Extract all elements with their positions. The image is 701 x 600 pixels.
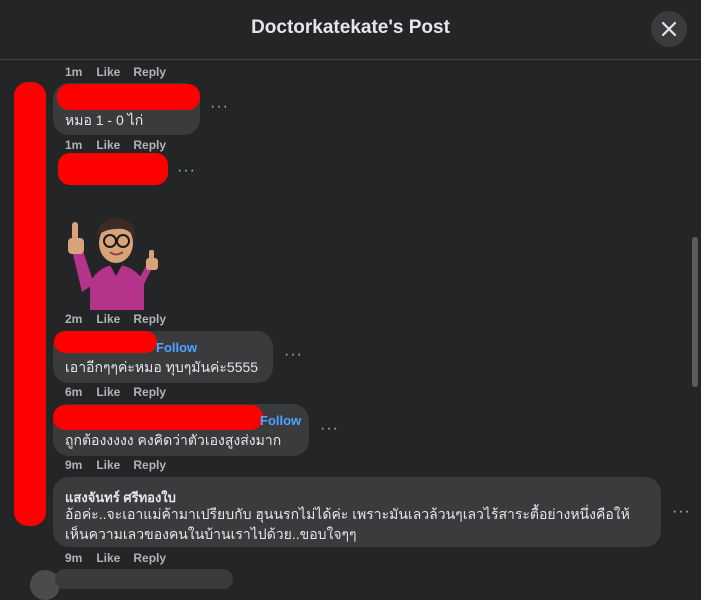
like-button[interactable]: Like [96, 312, 120, 326]
comment-actions: 1m Like Reply [65, 65, 179, 79]
comment-actions: 2m Like Reply [65, 312, 179, 326]
comment-time: 9m [65, 458, 83, 472]
redacted-avatars [14, 82, 46, 526]
redacted-name [58, 153, 168, 185]
redacted-name [54, 331, 157, 353]
comment-text-line1: อ้อค่ะ..จะเอาแม่ค้ามาเปรียบกับ ฮุนนรกไม่… [65, 506, 630, 522]
scrollbar-thumb[interactable] [692, 237, 698, 387]
reply-button[interactable]: Reply [133, 65, 166, 79]
like-button[interactable]: Like [96, 385, 120, 399]
more-options-button[interactable]: ··· [210, 98, 229, 116]
like-button[interactable]: Like [96, 458, 120, 472]
like-button[interactable]: Like [96, 138, 120, 152]
comment-actions: 9m Like Reply [65, 551, 179, 565]
redacted-name [53, 405, 263, 430]
like-button[interactable]: Like [96, 65, 120, 79]
redacted-name [57, 84, 200, 110]
more-options-button[interactable]: ··· [284, 346, 303, 364]
more-options-button[interactable]: ··· [177, 162, 196, 180]
close-button[interactable] [651, 11, 687, 47]
like-button[interactable]: Like [96, 551, 120, 565]
reply-button[interactable]: Reply [133, 312, 166, 326]
reply-button[interactable]: Reply [133, 138, 166, 152]
comment-time: 1m [65, 138, 83, 152]
comment-time: 6m [65, 385, 83, 399]
comment-bubble [55, 569, 233, 589]
follow-link[interactable]: Follow [260, 413, 301, 428]
more-options-button[interactable]: ··· [320, 420, 339, 438]
dialog-header: Doctorkatekate's Post [0, 0, 701, 60]
post-title: Doctorkatekate's Post [251, 17, 450, 38]
comments-feed[interactable]: 1m Like Reply หมอ 1 - 0 ไก่ ··· 1m Like Repl… [0, 60, 701, 576]
reply-button[interactable]: Reply [133, 458, 166, 472]
follow-link[interactable]: Follow [156, 340, 197, 355]
comment-text: เอาอีกๆๆค่ะหมอ ทุบๆมันค่ะ5555 [65, 359, 259, 375]
thumbs-up-avatar-sticker [68, 217, 158, 310]
comment-actions: 9m Like Reply [65, 458, 179, 472]
comment-time: 1m [65, 65, 83, 79]
comment-text: ถูกต้องงงงง คงคิดว่าตัวเองสูงส่งมาก [65, 432, 282, 448]
comment-text-line2: เห็นความเลวของคนในบ้านเราไปด้วย..ขอบใจๆๆ [65, 526, 357, 542]
reply-button[interactable]: Reply [133, 385, 166, 399]
comment-time: 9m [65, 551, 83, 565]
comment-actions: 1m Like Reply [65, 138, 179, 152]
comment-actions: 6m Like Reply [65, 385, 179, 399]
comment-time: 2m [65, 312, 83, 326]
close-icon [661, 21, 677, 37]
comment-text: หมอ 1 - 0 ไก่ [65, 112, 144, 128]
reply-button[interactable]: Reply [133, 551, 166, 565]
